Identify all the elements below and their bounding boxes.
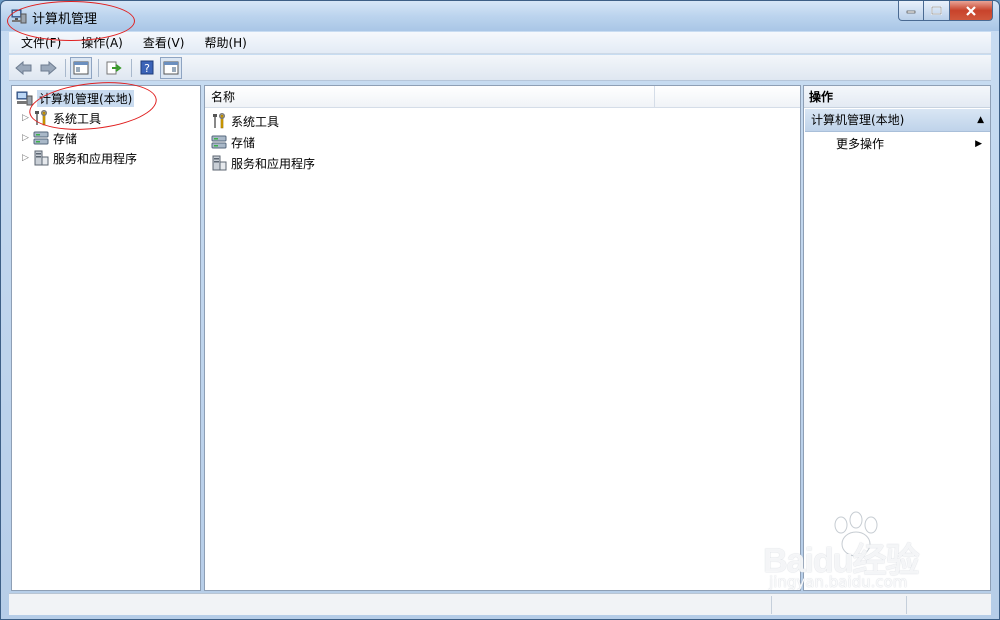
maximize-icon bbox=[931, 6, 942, 15]
maximize-button[interactable] bbox=[924, 1, 950, 21]
show-hide-action-pane-button[interactable] bbox=[160, 56, 182, 79]
toolbar: ? bbox=[9, 55, 991, 81]
list-label-system-tools: 系统工具 bbox=[231, 114, 280, 129]
window-title: 计算机管理 bbox=[32, 12, 98, 27]
results-pane: 名称 系统工具 存储 服务和应用程序 bbox=[204, 85, 801, 591]
status-cell bbox=[906, 596, 991, 614]
forward-button[interactable] bbox=[37, 57, 59, 79]
forward-arrow-icon bbox=[40, 60, 57, 75]
tree-item-system-tools[interactable]: ▷ 系统工具 bbox=[22, 108, 101, 128]
services-and-applications-icon bbox=[34, 150, 49, 166]
more-actions-label: 更多操作 bbox=[836, 137, 885, 151]
tree-label-system-tools: 系统工具 bbox=[53, 111, 102, 126]
status-bar bbox=[9, 593, 991, 615]
close-icon bbox=[966, 5, 976, 16]
expand-arrow-icon[interactable]: ▷ bbox=[22, 133, 32, 143]
title-bar[interactable]: 计算机管理 bbox=[1, 1, 999, 31]
storage-icon bbox=[211, 135, 227, 149]
list-label-services-and-applications: 服务和应用程序 bbox=[231, 156, 316, 171]
action-pane-icon bbox=[163, 61, 179, 74]
tree-label-storage: 存储 bbox=[53, 131, 78, 146]
export-list-button[interactable] bbox=[103, 57, 125, 79]
expand-arrow-icon[interactable]: ▷ bbox=[22, 113, 32, 123]
system-tools-icon bbox=[35, 110, 47, 126]
actions-section-label: 计算机管理(本地) bbox=[811, 113, 905, 127]
list-item-services-and-applications[interactable]: 服务和应用程序 bbox=[210, 153, 315, 173]
actions-header: 操作 bbox=[804, 86, 990, 108]
computer-management-window: 计算机管理 文件(F) 操作(A) 查看(V) 帮助(H) ? 计算机管理(本地… bbox=[0, 0, 1000, 620]
storage-icon bbox=[33, 131, 49, 145]
menu-help[interactable]: 帮助(H) bbox=[192, 32, 254, 54]
menu-file[interactable]: 文件(F) bbox=[9, 32, 69, 54]
toolbar-separator bbox=[65, 58, 66, 77]
close-button[interactable] bbox=[950, 1, 993, 21]
submenu-arrow-icon: ▶ bbox=[975, 139, 982, 149]
expand-arrow-icon[interactable]: ▷ bbox=[22, 153, 32, 163]
list-item-system-tools[interactable]: 系统工具 bbox=[210, 111, 279, 131]
list-label-storage: 存储 bbox=[231, 135, 256, 150]
system-tools-icon bbox=[213, 113, 225, 129]
status-cell bbox=[771, 596, 906, 614]
computer-management-icon bbox=[16, 91, 33, 106]
back-button[interactable] bbox=[13, 57, 35, 79]
more-actions-item[interactable]: 更多操作 ▶ bbox=[836, 134, 986, 154]
collapse-arrow-icon[interactable]: ▲ bbox=[977, 109, 984, 132]
tree-item-services-and-applications[interactable]: ▷ 服务和应用程序 bbox=[22, 148, 137, 168]
list-item-storage[interactable]: 存储 bbox=[210, 132, 255, 152]
tree-label-services-and-applications: 服务和应用程序 bbox=[53, 151, 138, 166]
tree-root-label: 计算机管理(本地) bbox=[37, 89, 135, 107]
console-tree-pane: 计算机管理(本地) ▷ 系统工具 ▷ 存储 ▷ 服务和应用程序 bbox=[11, 85, 201, 591]
help-icon: ? bbox=[140, 60, 154, 75]
menu-view[interactable]: 查看(V) bbox=[131, 32, 193, 54]
toolbar-separator bbox=[131, 58, 132, 77]
menu-action[interactable]: 操作(A) bbox=[69, 32, 131, 54]
tree-item-storage[interactable]: ▷ 存储 bbox=[22, 128, 77, 148]
services-and-applications-icon bbox=[212, 155, 227, 171]
actions-pane: 操作 计算机管理(本地) ▲ 更多操作 ▶ bbox=[803, 85, 991, 591]
computer-management-icon bbox=[11, 9, 27, 24]
menu-bar: 文件(F) 操作(A) 查看(V) 帮助(H) bbox=[9, 32, 991, 54]
actions-section-computer-management[interactable]: 计算机管理(本地) ▲ bbox=[805, 109, 990, 132]
svg-text:?: ? bbox=[144, 62, 150, 75]
help-button[interactable]: ? bbox=[136, 57, 158, 79]
export-list-icon bbox=[106, 61, 122, 74]
console-tree-icon bbox=[73, 61, 89, 74]
minimize-button[interactable] bbox=[898, 1, 924, 21]
tree-root-computer-management[interactable]: 计算机管理(本地) bbox=[16, 88, 135, 108]
window-controls bbox=[898, 1, 993, 21]
back-arrow-icon bbox=[15, 60, 32, 75]
list-header: 名称 bbox=[205, 86, 800, 108]
column-header-name[interactable]: 名称 bbox=[205, 86, 655, 108]
show-hide-console-tree-button[interactable] bbox=[70, 56, 92, 79]
minimize-icon bbox=[906, 10, 916, 13]
toolbar-separator bbox=[98, 58, 99, 77]
